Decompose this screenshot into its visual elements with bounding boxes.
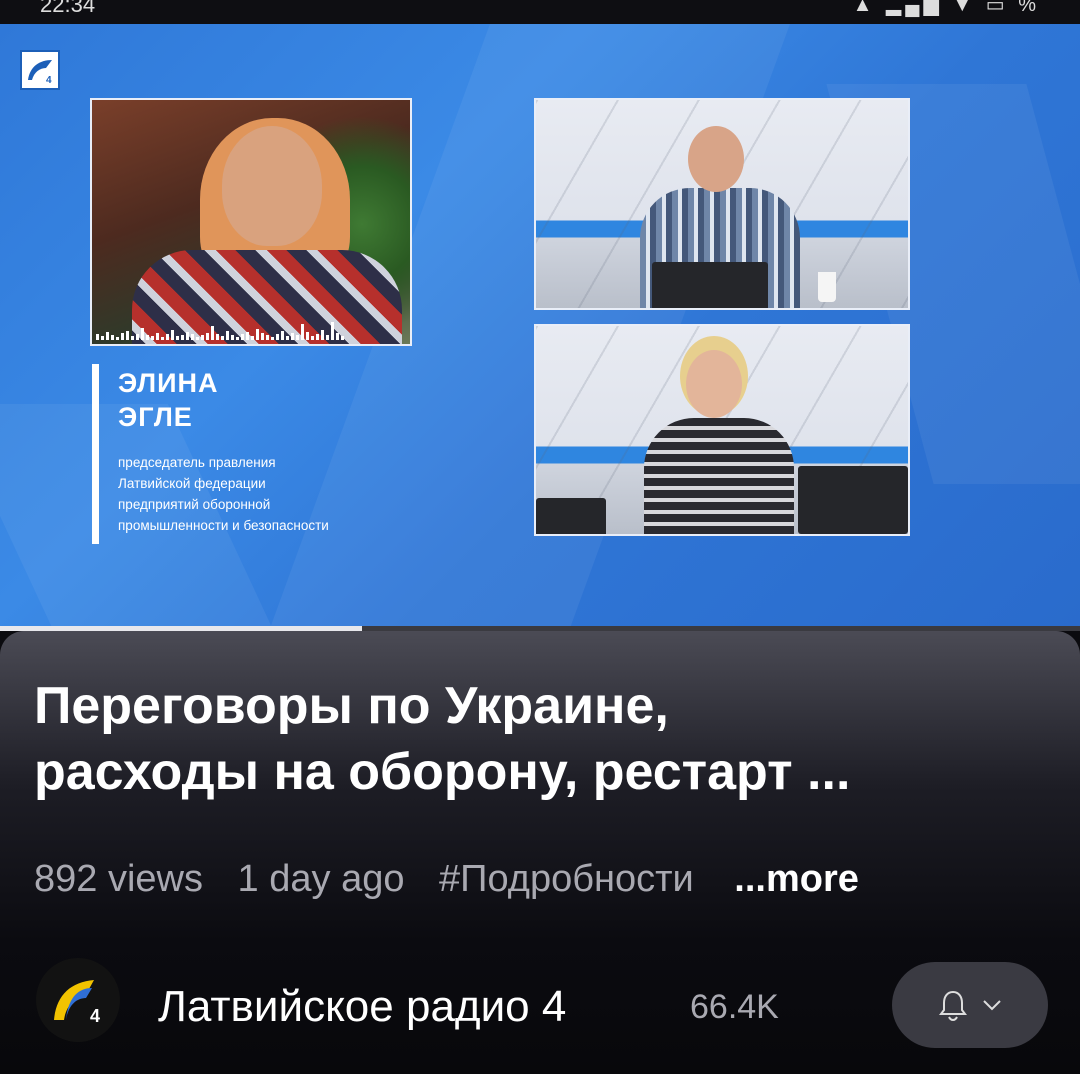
guest-desc-line: Латвийской федерации <box>118 476 266 491</box>
hashtag-link[interactable]: #Подробности <box>439 858 694 900</box>
video-title[interactable]: Переговоры по Украине, расходы на оборон… <box>34 673 1054 805</box>
latvian-radio-4-logo-icon: 4 <box>36 958 120 1042</box>
guest-name: ЭЛИНА ЭГЛЕ <box>118 366 219 434</box>
channel-logo-icon: 4 <box>20 50 60 90</box>
status-time: 22:34 <box>40 0 96 17</box>
status-icons: ▲ ▂▄▆ ▼ ▭ % <box>852 0 1040 16</box>
studio-camera-host-2 <box>534 324 910 536</box>
guest-name-line1: ЭЛИНА <box>118 368 219 398</box>
lower-third-bar <box>92 364 99 544</box>
guest-name-line2: ЭГЛЕ <box>118 402 193 432</box>
guest-video-frame <box>90 98 412 346</box>
video-title-line2: расходы на оборону, рестарт ... <box>34 743 851 801</box>
guest-description: председатель правления Латвийской федера… <box>118 452 438 536</box>
video-player[interactable]: 4 ЭЛИНА ЭГЛЕ председатель правления Латв… <box>0 24 1080 628</box>
studio-camera-host-1 <box>534 98 910 310</box>
channel-avatar[interactable]: 4 <box>36 958 120 1042</box>
guest-desc-line: председатель правления <box>118 455 276 470</box>
upload-age: 1 day ago <box>237 858 405 900</box>
bell-icon <box>939 990 967 1021</box>
chevron-down-icon <box>983 1000 1001 1011</box>
channel-name[interactable]: Латвийское радио 4 <box>158 982 566 1032</box>
status-bar: 22:34 ▲ ▂▄▆ ▼ ▭ % <box>0 0 1080 24</box>
subscriber-count: 66.4K <box>690 988 779 1026</box>
audio-waveform <box>96 314 408 340</box>
more-button[interactable]: ...more <box>734 858 859 900</box>
video-metadata[interactable]: 892 views 1 day ago #Подробности ...more <box>34 858 883 901</box>
video-title-line1: Переговоры по Украине, <box>34 677 669 735</box>
svg-text:4: 4 <box>90 1006 100 1026</box>
view-count: 892 views <box>34 858 203 900</box>
guest-desc-line: промышленности и безопасности <box>118 518 329 533</box>
guest-desc-line: предприятий оборонной <box>118 497 271 512</box>
subscribe-notification-button[interactable] <box>892 962 1048 1048</box>
svg-text:4: 4 <box>46 75 52 86</box>
